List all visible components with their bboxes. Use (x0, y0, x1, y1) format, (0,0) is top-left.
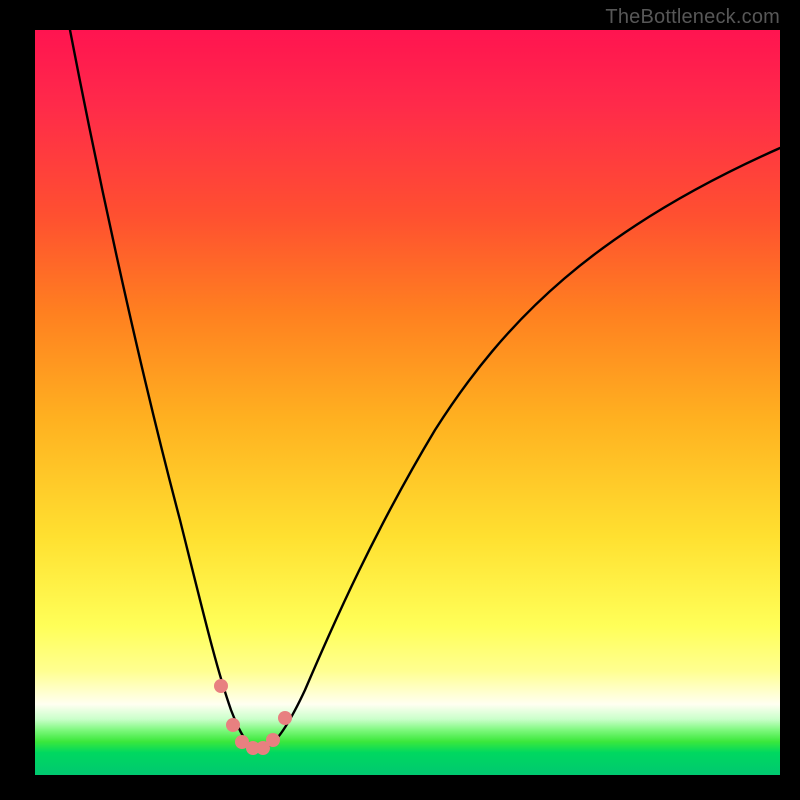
bottleneck-curve-svg (35, 30, 780, 775)
chart-plot-area (35, 30, 780, 775)
watermark-text: TheBottleneck.com (605, 6, 780, 29)
bottleneck-curve-path (70, 30, 780, 749)
highlight-dots (214, 679, 292, 755)
